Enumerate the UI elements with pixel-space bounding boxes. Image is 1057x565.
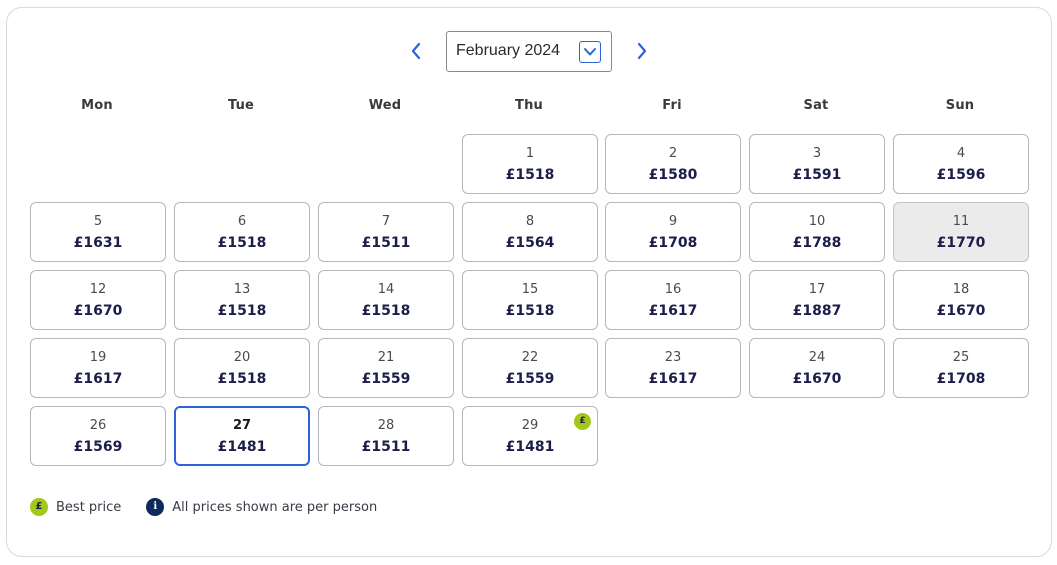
- day-price: £1481: [217, 439, 267, 455]
- day-cell-15[interactable]: 15 £1518: [462, 270, 598, 330]
- day-cell-13[interactable]: 13 £1518: [174, 270, 310, 330]
- day-cell-24[interactable]: 24 £1670: [749, 338, 885, 398]
- day-price: £1617: [73, 371, 123, 387]
- day-price: £1631: [73, 235, 123, 251]
- day-number: 21: [377, 350, 395, 365]
- day-number: 23: [664, 350, 682, 365]
- day-price: £1788: [792, 235, 842, 251]
- day-number: 18: [952, 282, 970, 297]
- day-price: £1511: [361, 235, 411, 251]
- day-price: £1770: [936, 235, 986, 251]
- day-price: £1708: [936, 371, 986, 387]
- day-price: £1481: [505, 439, 555, 455]
- day-number: 16: [664, 282, 682, 297]
- day-number: 27: [232, 418, 252, 433]
- best-price-badge-icon: £: [574, 413, 591, 430]
- day-number: 9: [668, 214, 678, 229]
- day-price: £1559: [361, 371, 411, 387]
- day-number: 22: [521, 350, 539, 365]
- day-cell-5[interactable]: 5 £1631: [30, 202, 166, 262]
- day-price: £1708: [648, 235, 698, 251]
- day-number: 25: [952, 350, 970, 365]
- day-cell-22[interactable]: 22 £1559: [462, 338, 598, 398]
- day-number: 4: [956, 146, 966, 161]
- day-number: 11: [952, 214, 970, 229]
- day-price: £1591: [792, 167, 842, 183]
- day-price: £1518: [505, 167, 555, 183]
- day-price: £1580: [648, 167, 698, 183]
- day-number: 26: [89, 418, 107, 433]
- day-number: 7: [381, 214, 391, 229]
- legend-info: i All prices shown are per person: [146, 498, 377, 516]
- day-price: £1569: [73, 439, 123, 455]
- day-number: 8: [525, 214, 535, 229]
- day-cell-17[interactable]: 17 £1887: [749, 270, 885, 330]
- day-cell-21[interactable]: 21 £1559: [318, 338, 454, 398]
- day-cell-9[interactable]: 9 £1708: [605, 202, 741, 262]
- calendar-day-grid: 1 £1518 2 £1580 3 £1591 4 £1596 5 £1631 6 £1518 7 £15…: [0, 0, 1057, 565]
- day-cell-1[interactable]: 1 £1518: [462, 134, 598, 194]
- day-cell-3[interactable]: 3 £1591: [749, 134, 885, 194]
- day-price: £1518: [217, 371, 267, 387]
- best-price-icon: £: [30, 498, 48, 516]
- day-cell-7[interactable]: 7 £1511: [318, 202, 454, 262]
- day-price: £1596: [936, 167, 986, 183]
- day-number: 10: [808, 214, 826, 229]
- day-price: £1518: [217, 303, 267, 319]
- day-price: £1559: [505, 371, 555, 387]
- day-price: £1518: [217, 235, 267, 251]
- legend-best-price: £ Best price: [30, 498, 121, 516]
- day-cell-11: 11 £1770: [893, 202, 1029, 262]
- day-number: 14: [377, 282, 395, 297]
- day-price: £1670: [792, 371, 842, 387]
- day-cell-25[interactable]: 25 £1708: [893, 338, 1029, 398]
- day-cell-29[interactable]: 29 £1481 £: [462, 406, 598, 466]
- day-cell-18[interactable]: 18 £1670: [893, 270, 1029, 330]
- day-cell-14[interactable]: 14 £1518: [318, 270, 454, 330]
- calendar-legend: £ Best price i All prices shown are per …: [30, 497, 377, 517]
- day-number: 3: [812, 146, 822, 161]
- day-number: 15: [521, 282, 539, 297]
- day-price: £1887: [792, 303, 842, 319]
- day-cell-4[interactable]: 4 £1596: [893, 134, 1029, 194]
- day-cell-27[interactable]: 27 £1481: [174, 406, 310, 466]
- day-cell-12[interactable]: 12 £1670: [30, 270, 166, 330]
- day-number: 2: [668, 146, 678, 161]
- day-price: £1511: [361, 439, 411, 455]
- day-cell-19[interactable]: 19 £1617: [30, 338, 166, 398]
- day-number: 6: [237, 214, 247, 229]
- day-number: 17: [808, 282, 826, 297]
- legend-info-label: All prices shown are per person: [172, 499, 378, 515]
- day-price: £1564: [505, 235, 555, 251]
- day-price: £1617: [648, 303, 698, 319]
- day-cell-28[interactable]: 28 £1511: [318, 406, 454, 466]
- day-cell-8[interactable]: 8 £1564: [462, 202, 598, 262]
- day-cell-2[interactable]: 2 £1580: [605, 134, 741, 194]
- day-number: 28: [377, 418, 395, 433]
- day-price: £1617: [648, 371, 698, 387]
- day-number: 1: [525, 146, 535, 161]
- day-cell-20[interactable]: 20 £1518: [174, 338, 310, 398]
- day-cell-16[interactable]: 16 £1617: [605, 270, 741, 330]
- day-cell-26[interactable]: 26 £1569: [30, 406, 166, 466]
- day-cell-10[interactable]: 10 £1788: [749, 202, 885, 262]
- day-number: 13: [233, 282, 251, 297]
- day-number: 24: [808, 350, 826, 365]
- day-cell-6[interactable]: 6 £1518: [174, 202, 310, 262]
- day-price: £1670: [936, 303, 986, 319]
- day-number: 5: [93, 214, 103, 229]
- day-price: £1518: [361, 303, 411, 319]
- day-number: 20: [233, 350, 251, 365]
- day-number: 19: [89, 350, 107, 365]
- day-cell-23[interactable]: 23 £1617: [605, 338, 741, 398]
- day-price: £1518: [505, 303, 555, 319]
- day-price: £1670: [73, 303, 123, 319]
- day-number: 12: [89, 282, 107, 297]
- legend-best-price-label: Best price: [56, 499, 122, 515]
- info-icon: i: [146, 498, 165, 516]
